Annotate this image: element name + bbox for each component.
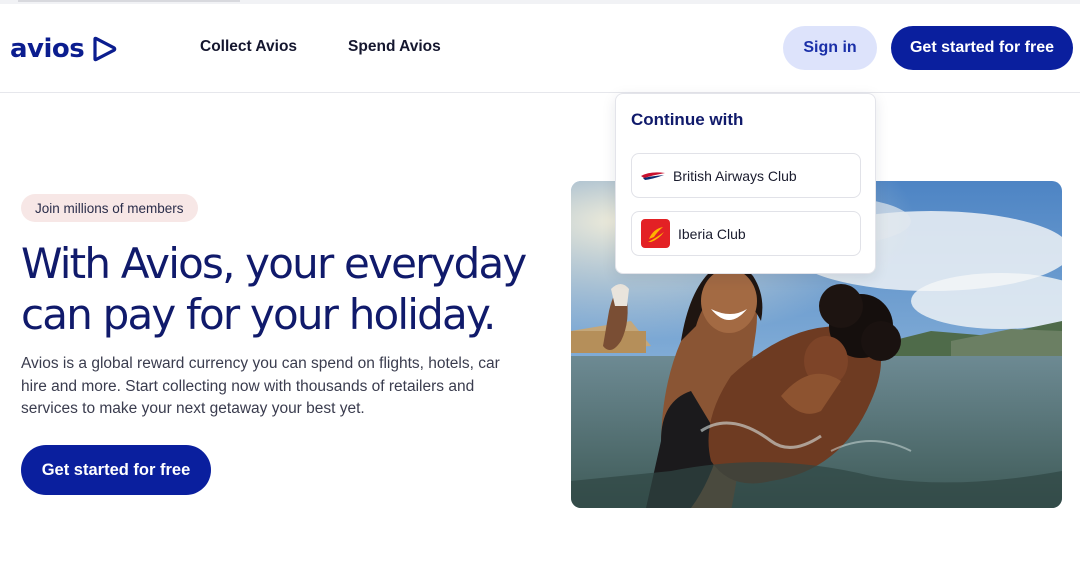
continue-with-dropdown: Continue with British Airways Club Iberi… [615,93,876,274]
british-airways-club-option[interactable]: British Airways Club [631,153,861,198]
nav-spend-avios[interactable]: Spend Avios [348,38,441,56]
logo-wordmark: avios [10,34,85,64]
members-badge: Join millions of members [21,194,198,222]
nav-collect-avios[interactable]: Collect Avios [200,38,297,56]
hero-title: With Avios, your everyday can pay for yo… [21,238,541,340]
british-airways-icon [641,171,665,180]
avios-play-icon [93,36,117,62]
get-started-hero-button[interactable]: Get started for free [21,445,211,495]
hero-description: Avios is a global reward currency you ca… [21,355,500,417]
main-nav: Collect Avios Spend Avios [200,38,441,56]
get-started-header-button[interactable]: Get started for free [891,26,1073,70]
site-header: avios Collect Avios Spend Avios Sign in … [0,4,1080,93]
british-airways-club-label: British Airways Club [673,167,797,184]
sign-in-button[interactable]: Sign in [783,26,877,70]
iberia-club-label: Iberia Club [678,225,746,242]
hero-title-line1: With Avios, your everyday [21,239,527,288]
dropdown-title: Continue with [631,110,744,129]
iberia-club-option[interactable]: Iberia Club [631,211,861,256]
avios-logo[interactable]: avios [10,34,118,64]
iberia-icon [641,219,670,248]
browser-tab-indicator [18,0,240,2]
hero-title-line2: can pay for your holiday. [21,290,496,339]
